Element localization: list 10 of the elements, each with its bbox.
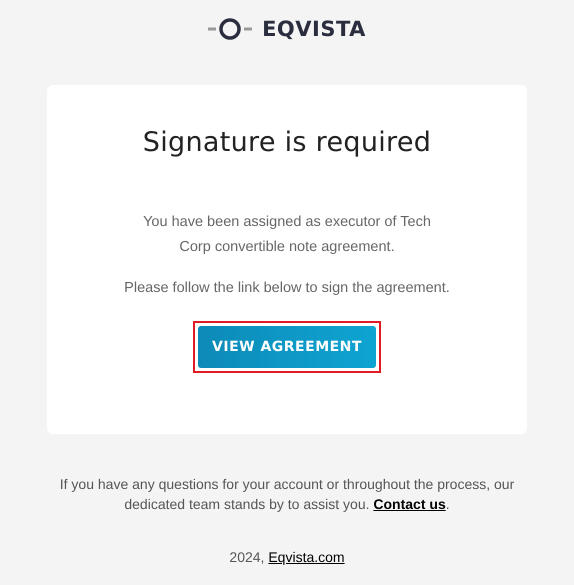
- view-agreement-button[interactable]: VIEW AGREEMENT: [198, 326, 376, 368]
- logo-icon: [208, 17, 252, 41]
- site-link[interactable]: Eqvista.com: [268, 549, 345, 565]
- logo-text: EQVISTA: [262, 17, 366, 41]
- contact-link[interactable]: Contact us: [373, 496, 446, 512]
- message-text: You have been assigned as executor of Tech Corp convertible note agreement.: [142, 213, 432, 257]
- footer-text: If you have any questions for your account or throughout the process, our dedicated team stands by to assist you. Contact us.: [58, 475, 516, 514]
- message-text: Please follow the link below to sign the agreement.: [124, 279, 450, 298]
- copyright-text: 2024, Eqvista.com: [229, 549, 345, 565]
- card-title: Signature is required: [142, 127, 432, 158]
